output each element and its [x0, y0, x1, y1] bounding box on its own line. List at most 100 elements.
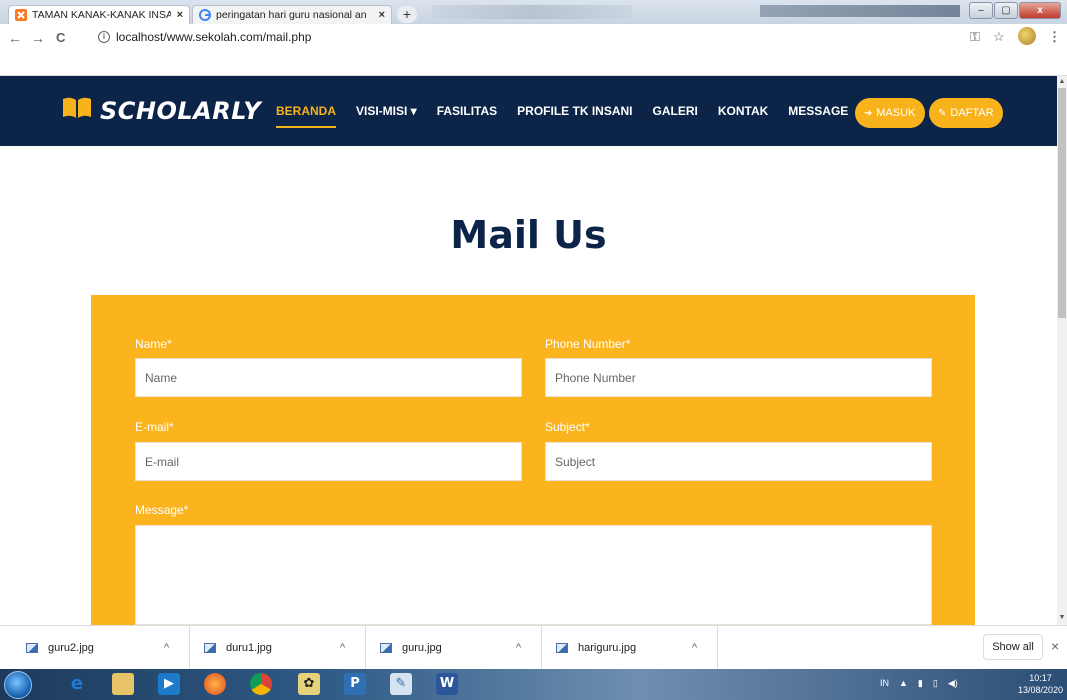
login-button[interactable]: ➜ MASUK [855, 98, 925, 128]
network-icon[interactable]: ▮ [918, 678, 923, 689]
system-clock[interactable]: 10:17 13/08/2020 [1018, 672, 1063, 696]
close-tab-icon[interactable]: × [379, 9, 385, 21]
windows-start-button[interactable] [4, 671, 32, 699]
address-bar[interactable]: i localhost/www.sekolah.com/mail.php [98, 28, 311, 46]
subject-label: Subject* [545, 420, 590, 434]
download-item[interactable]: hariguru.jpg ^ [542, 626, 718, 670]
chevron-up-icon[interactable]: ^ [340, 642, 345, 654]
window-controls: – ▢ x [969, 2, 1061, 19]
image-file-icon [26, 643, 38, 653]
sign-in-icon: ➜ [864, 107, 873, 119]
register-button[interactable]: ✎ DAFTAR [929, 98, 1003, 128]
phone-label: Phone Number* [545, 337, 631, 351]
brand-name: SCHOLARLY [100, 96, 262, 125]
menu-item-galeri[interactable]: GALERI [653, 104, 698, 128]
tray-arrow-icon[interactable]: ▲ [899, 678, 908, 689]
app-icon[interactable]: ✿ [298, 673, 320, 695]
tab-google-search[interactable]: peringatan hari guru nasional an × [192, 5, 392, 24]
email-input[interactable] [135, 442, 522, 481]
image-file-icon [204, 643, 216, 653]
new-tab-button[interactable]: + [397, 6, 417, 23]
browser-toolbar: ← → C i localhost/www.sekolah.com/mail.p… [0, 24, 1067, 76]
chevron-up-icon[interactable]: ^ [164, 642, 169, 654]
internet-explorer-icon[interactable]: e [66, 673, 88, 695]
download-filename: guru.jpg [402, 642, 442, 654]
chrome-icon[interactable] [250, 673, 272, 695]
menu-item-kontak[interactable]: KONTAK [718, 104, 768, 128]
mail-form: Name* Phone Number* E-mail* Subject* Mes… [91, 295, 975, 625]
download-item[interactable]: guru2.jpg ^ [0, 626, 190, 670]
bookmark-star-icon[interactable]: ☆ [993, 29, 1005, 45]
email-label: E-mail* [135, 420, 174, 434]
subject-input[interactable] [545, 442, 932, 481]
register-label: DAFTAR [950, 107, 994, 119]
download-filename: duru1.jpg [226, 642, 272, 654]
p-app-icon[interactable]: P [344, 673, 366, 695]
menu-item-profile[interactable]: PROFILE TK INSANI [517, 104, 632, 128]
forward-arrow-icon[interactable]: → [31, 30, 45, 46]
os-taskbar: e ▶ ✿ P ✎ W IN ▲ ▮ ▯ ◀) 10:17 13/08/2020 [0, 669, 1067, 700]
page-title: Mail Us [450, 213, 607, 257]
tab-taman-kanak-kanak[interactable]: TAMAN KANAK-KANAK INSANI × [8, 5, 190, 24]
tab-title: peringatan hari guru nasional an [216, 9, 367, 21]
scroll-down-icon[interactable]: ▼ [1058, 614, 1066, 621]
message-textarea[interactable] [135, 525, 932, 625]
back-arrow-icon[interactable]: ← [8, 30, 22, 46]
phone-input[interactable] [545, 358, 932, 397]
notepad-icon[interactable]: ✎ [390, 673, 412, 695]
close-tab-icon[interactable]: × [177, 9, 183, 21]
scroll-up-icon[interactable]: ▲ [1058, 78, 1066, 85]
chevron-up-icon[interactable]: ^ [692, 642, 697, 654]
close-window-button[interactable]: x [1019, 2, 1061, 19]
key-icon[interactable]: ⚿ [970, 29, 980, 45]
login-label: MASUK [876, 107, 916, 119]
image-file-icon [556, 643, 568, 653]
language-indicator[interactable]: IN [880, 678, 889, 689]
menu-item-fasilitas[interactable]: FASILITAS [437, 104, 497, 128]
maximize-button[interactable]: ▢ [994, 2, 1018, 19]
site-logo[interactable]: SCHOLARLY [62, 96, 261, 125]
main-menu: BERANDA VISI-MISI ▾ FASILITAS PROFILE TK… [276, 104, 868, 128]
download-bar: guru2.jpg ^ duru1.jpg ^ guru.jpg ^ harig… [0, 625, 1067, 670]
download-filename: guru2.jpg [48, 642, 94, 654]
message-label: Message* [135, 503, 189, 517]
xampp-icon [15, 9, 27, 21]
volume-icon[interactable]: ◀) [948, 678, 958, 689]
profile-avatar[interactable] [1018, 27, 1036, 45]
open-book-icon [62, 96, 92, 125]
chevron-up-icon[interactable]: ^ [516, 642, 521, 654]
browser-menu-icon[interactable]: ⋮ [1048, 29, 1061, 45]
info-icon[interactable]: i [98, 31, 110, 43]
minimize-button[interactable]: – [969, 2, 993, 19]
scroll-thumb[interactable] [1058, 88, 1066, 318]
download-item[interactable]: duru1.jpg ^ [190, 626, 366, 670]
page-scrollbar[interactable]: ▲ ▼ [1057, 76, 1067, 625]
reload-icon[interactable]: C [56, 30, 65, 45]
name-input[interactable] [135, 358, 522, 397]
firefox-icon[interactable] [204, 673, 226, 695]
download-filename: hariguru.jpg [578, 642, 637, 654]
show-all-button[interactable]: Show all [983, 634, 1043, 660]
edit-icon: ✎ [938, 107, 947, 119]
clock-date: 13/08/2020 [1018, 685, 1064, 695]
image-file-icon [380, 643, 392, 653]
window-title-blur [760, 5, 960, 17]
media-player-icon[interactable]: ▶ [158, 673, 180, 695]
google-icon [199, 9, 211, 21]
system-tray: IN ▲ ▮ ▯ ◀) [880, 678, 958, 689]
site-header: SCHOLARLY BERANDA VISI-MISI ▾ FASILITAS … [0, 76, 1057, 146]
url-text: localhost/www.sekolah.com/mail.php [116, 30, 312, 44]
tab-title: TAMAN KANAK-KANAK INSANI [32, 9, 171, 21]
clock-time: 10:17 [1029, 673, 1052, 683]
download-item[interactable]: guru.jpg ^ [366, 626, 542, 670]
menu-item-message[interactable]: MESSAGE [788, 104, 848, 128]
word-icon[interactable]: W [436, 673, 458, 695]
browser-tab-strip: TAMAN KANAK-KANAK INSANI × peringatan ha… [0, 0, 1067, 24]
menu-item-beranda[interactable]: BERANDA [276, 104, 336, 128]
menu-item-visi-misi[interactable]: VISI-MISI ▾ [356, 104, 417, 128]
close-icon[interactable]: × [1051, 638, 1059, 654]
file-explorer-icon[interactable] [112, 673, 134, 695]
name-label: Name* [135, 337, 172, 351]
power-icon[interactable]: ▯ [933, 678, 938, 689]
window-title-blur [432, 5, 632, 19]
